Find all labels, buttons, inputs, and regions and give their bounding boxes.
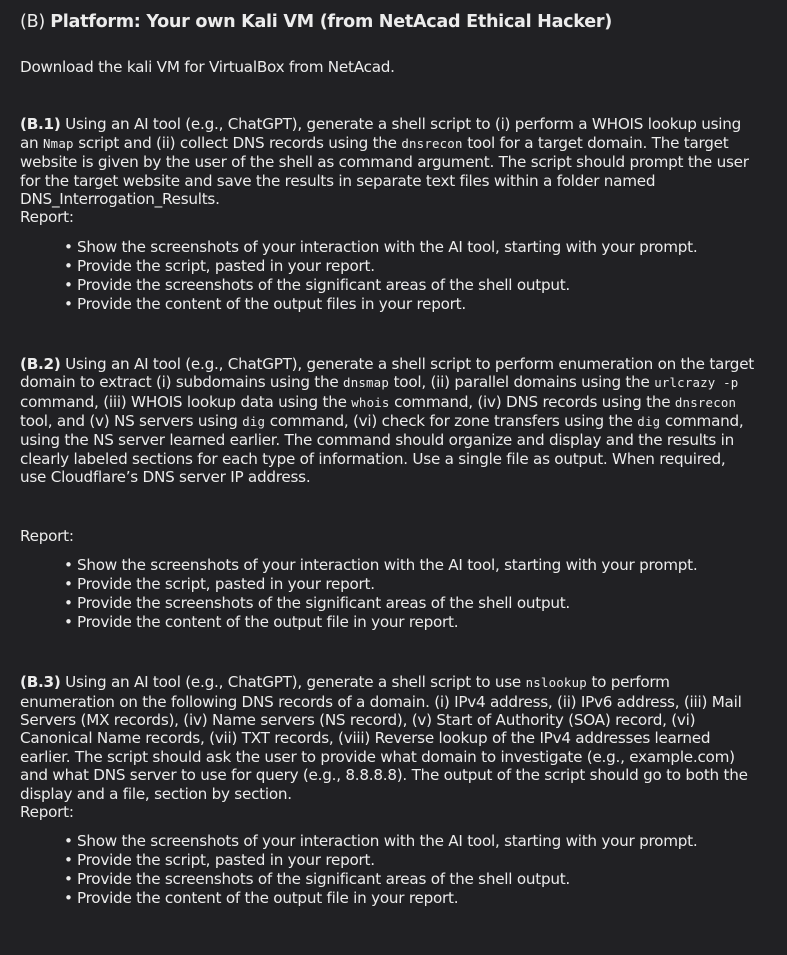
list-item: Provide the content of the output files … (64, 295, 755, 314)
section-b3: (B.3) Using an AI tool (e.g., ChatGPT), … (20, 673, 755, 908)
inline-code: nslookup (525, 675, 587, 691)
text-run: tool, and (v) NS servers using (20, 412, 243, 431)
heading-prefix: (B) (20, 12, 45, 32)
inline-code: dig (637, 414, 661, 430)
section-b3-label: (B.3) (20, 673, 61, 692)
text-run: command, (iii) WHOIS lookup data using t… (20, 392, 352, 411)
list-item: Provide the content of the output file i… (64, 889, 755, 908)
list-item: Provide the screenshots of the significa… (64, 276, 755, 295)
inline-code: dig (242, 414, 266, 430)
report-label: Report: (20, 526, 74, 545)
inline-code: dnsmap (343, 375, 390, 391)
section-b2-label: (B.2) (20, 354, 61, 373)
intro-text: Download the kali VM for VirtualBox from… (20, 58, 395, 76)
text-run: command, (vi) check for zone transfers u… (265, 412, 638, 431)
document-page: (B) Platform: Your own Kali VM (from Net… (0, 0, 787, 955)
report-list: Show the screenshots of your interaction… (20, 832, 755, 908)
report-label: Report: (20, 802, 74, 821)
text-run: Using an AI tool (e.g., ChatGPT), genera… (60, 673, 526, 692)
section-heading: (B) Platform: Your own Kali VM (from Net… (20, 11, 787, 33)
section-b2-text: (B.2) Using an AI tool (e.g., ChatGPT), … (20, 355, 755, 487)
text-run: tool, (ii) parallel domains using the (389, 373, 655, 392)
list-item: Provide the script, pasted in your repor… (64, 851, 755, 870)
section-b2: (B.2) Using an AI tool (e.g., ChatGPT), … (20, 355, 755, 632)
section-b1-text: (B.1) Using an AI tool (e.g., ChatGPT), … (20, 115, 755, 208)
report-list: Show the screenshots of your interaction… (20, 556, 755, 632)
heading-title: Platform: Your own Kali VM (from NetAcad… (50, 12, 612, 32)
section-b1-label: (B.1) (20, 115, 61, 134)
section-b3-text: (B.3) Using an AI tool (e.g., ChatGPT), … (20, 673, 755, 803)
inline-code: dnsrecon (401, 135, 463, 151)
list-item: Show the screenshots of your interaction… (64, 238, 755, 257)
section-b1: (B.1) Using an AI tool (e.g., ChatGPT), … (20, 115, 755, 313)
list-item: Provide the screenshots of the significa… (64, 594, 755, 613)
list-item: Provide the screenshots of the significa… (64, 870, 755, 889)
inline-code: dnsrecon (674, 394, 737, 410)
inline-code: Nmap (43, 135, 74, 151)
list-item: Provide the script, pasted in your repor… (64, 575, 755, 594)
text-run: command, (iv) DNS records using the (389, 392, 675, 411)
text-run: script and (ii) collect DNS records usin… (73, 133, 402, 152)
list-item: Show the screenshots of your interaction… (64, 556, 755, 575)
inline-code: urlcrazy -p (654, 375, 739, 391)
list-item: Show the screenshots of your interaction… (64, 832, 755, 851)
inline-code: whois (351, 394, 390, 410)
list-item: Provide the content of the output file i… (64, 613, 755, 632)
text-run: to perform enumeration on the following … (20, 673, 748, 803)
list-item: Provide the script, pasted in your repor… (64, 257, 755, 276)
report-label: Report: (20, 208, 74, 227)
report-list: Show the screenshots of your interaction… (20, 238, 755, 314)
